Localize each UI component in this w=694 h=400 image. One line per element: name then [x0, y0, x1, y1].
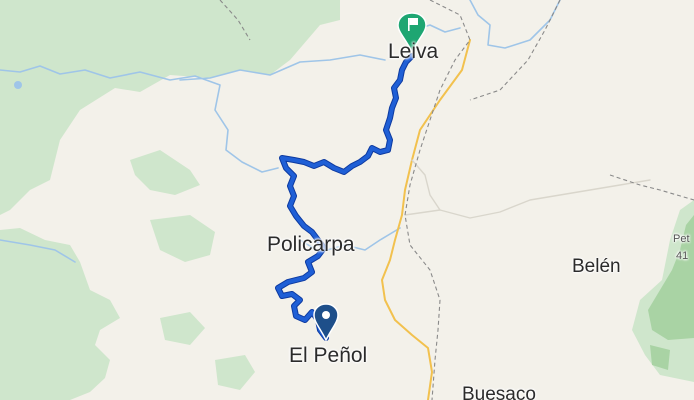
lake-icon: [14, 81, 22, 89]
place-label-buesaco: Buesaco: [462, 384, 536, 400]
place-label-leiva: Leiva: [388, 40, 439, 63]
place-label-belen: Belén: [572, 256, 621, 277]
map-view[interactable]: Leiva Policarpa El Peñol Belén Buesaco P…: [0, 0, 694, 400]
place-label-el-penol: El Peñol: [289, 344, 368, 367]
map-canvas[interactable]: [0, 0, 694, 400]
place-label-edge-top: Pet: [673, 233, 690, 245]
place-label-policarpa: Policarpa: [267, 233, 355, 256]
place-label-edge-bottom: 41: [676, 250, 689, 262]
